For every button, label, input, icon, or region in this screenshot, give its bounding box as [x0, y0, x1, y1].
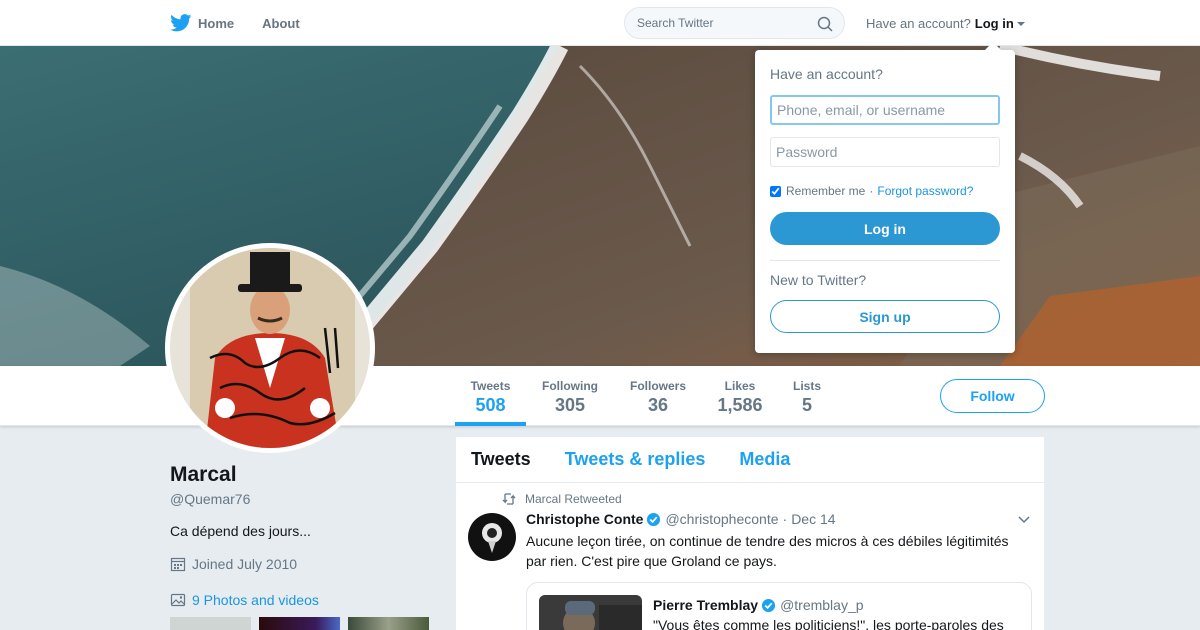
tweet-avatar[interactable] — [468, 513, 516, 561]
caret-down-icon — [1016, 22, 1025, 26]
remember-me-checkbox[interactable] — [770, 185, 781, 197]
calendar-icon — [170, 557, 186, 572]
profile-name[interactable]: Marcal — [170, 463, 237, 487]
login-dropdown: Have an account? Remember me · Forgot pa… — [755, 42, 1015, 353]
login-dropdown-title: Have an account? — [770, 66, 883, 82]
photo-thumbnail[interactable] — [170, 617, 251, 630]
tab-tweets-replies[interactable]: Tweets & replies — [565, 449, 706, 470]
tweet-date[interactable]: Dec 14 — [791, 511, 835, 527]
stat-label: Following — [542, 379, 598, 393]
quoted-tweet[interactable]: Pierre Tremblay @tremblay_p "Vous êtes c… — [526, 582, 1032, 630]
retweet-icon — [502, 493, 516, 505]
photo-icon — [170, 593, 186, 607]
password-input[interactable] — [770, 137, 1000, 167]
top-navigation-bar: Home About Search Twitter Have an accoun… — [0, 0, 1200, 46]
quoted-author-name: Pierre Tremblay — [653, 597, 759, 613]
retweet-context: Marcal Retweeted — [502, 492, 622, 506]
follow-button[interactable]: Follow — [940, 379, 1045, 413]
verified-badge-icon — [647, 512, 661, 526]
tweet-author-name[interactable]: Christophe Conte — [526, 511, 643, 527]
remember-me-label[interactable]: Remember me — [786, 184, 865, 198]
quoted-author-handle: @tremblay_p — [780, 597, 864, 613]
profile-handle[interactable]: @Quemar76 — [170, 491, 250, 507]
tweet-author-handle[interactable]: @christopheconte — [665, 511, 778, 527]
nav-about-label: About — [262, 15, 300, 31]
tab-tweets[interactable]: Tweets — [471, 449, 531, 470]
forgot-password-link[interactable]: Forgot password? — [877, 184, 973, 198]
stat-likes[interactable]: Likes 1,586 — [712, 366, 768, 426]
stat-label: Lists — [792, 379, 821, 393]
quoted-tweet-image — [539, 595, 642, 630]
remember-row: Remember me · Forgot password? — [770, 184, 973, 198]
login-button[interactable]: Log in — [770, 212, 1000, 245]
avatar-image — [170, 248, 370, 448]
retweet-context-text[interactable]: Marcal Retweeted — [525, 492, 622, 506]
stat-tweets[interactable]: Tweets 508 — [455, 366, 526, 426]
timeline-tabs: Tweets Tweets & replies Media — [456, 437, 1044, 483]
stat-label: Followers — [629, 379, 686, 393]
photo-thumbnails — [170, 617, 437, 630]
stat-value: 1,586 — [717, 395, 763, 415]
stat-value: 5 — [801, 395, 812, 415]
new-to-twitter-text: New to Twitter? — [770, 272, 867, 288]
nav-home[interactable]: Home — [170, 0, 234, 46]
stat-lists[interactable]: Lists 5 — [788, 366, 826, 426]
stat-value: 36 — [647, 395, 669, 415]
stat-following[interactable]: Following 305 — [538, 366, 602, 426]
tab-media[interactable]: Media — [739, 449, 790, 470]
verified-badge-icon — [762, 598, 776, 612]
username-input[interactable] — [770, 95, 1000, 125]
tweet-separator: · — [782, 511, 788, 527]
search-placeholder: Search Twitter — [637, 16, 714, 30]
photo-thumbnail[interactable] — [348, 617, 429, 630]
divider — [770, 260, 1000, 261]
search-icon[interactable] — [817, 16, 833, 32]
stat-followers[interactable]: Followers 36 — [626, 366, 690, 426]
quoted-tweet-text: "Vous êtes comme les politiciens!", les … — [653, 617, 1004, 630]
twitter-bird-icon — [170, 14, 192, 32]
tweet-header: Christophe Conte @christopheconte · Dec … — [526, 511, 836, 527]
remember-separator: · — [869, 184, 874, 198]
photos-text: 9 Photos and videos — [192, 592, 319, 608]
login-menu[interactable]: Have an account? Log in — [866, 0, 1025, 46]
tweet-text: Aucune leçon tirée, on continue de tendr… — [526, 533, 1009, 569]
profile-bio: Ca dépend des jours... — [170, 523, 311, 539]
stat-value: 305 — [554, 395, 586, 415]
nav-about[interactable]: About — [262, 0, 300, 46]
timeline: Tweets Tweets & replies Media Marcal Ret… — [456, 437, 1044, 630]
photo-thumbnail[interactable] — [259, 617, 340, 630]
quoted-tweet-header: Pierre Tremblay @tremblay_p — [653, 597, 864, 613]
tweet-avatar-image — [468, 513, 516, 561]
avatar[interactable] — [165, 243, 375, 453]
photos-link[interactable]: 9 Photos and videos — [170, 592, 319, 608]
nav-home-label: Home — [198, 15, 235, 31]
stat-label: Likes — [724, 379, 756, 393]
stat-label: Tweets — [470, 379, 511, 393]
have-account-text: Have an account? — [866, 15, 971, 31]
chevron-down-icon[interactable] — [1018, 516, 1030, 524]
joined-text: Joined July 2010 — [192, 556, 298, 572]
stat-value: 508 — [475, 395, 506, 415]
search-input[interactable]: Search Twitter — [624, 7, 845, 39]
nav-left: Home About — [170, 0, 328, 46]
login-link[interactable]: Log in — [975, 16, 1014, 31]
signup-button[interactable]: Sign up — [770, 300, 1000, 333]
quoted-tweet-photo — [539, 595, 642, 630]
profile-joined: Joined July 2010 — [170, 556, 297, 572]
